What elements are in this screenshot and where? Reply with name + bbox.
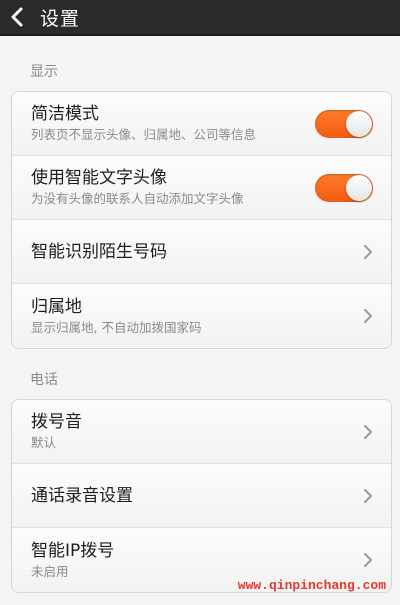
row-title: 通话录音设置 xyxy=(31,485,133,506)
row-title: 简洁模式 xyxy=(31,104,99,124)
row-title: 智能IP拨号 xyxy=(31,540,115,561)
back-arrow-icon[interactable] xyxy=(10,2,32,32)
toggle-knob xyxy=(346,110,372,137)
chevron-right-icon xyxy=(363,488,373,504)
row-title: 使用智能文字头像 xyxy=(31,168,167,188)
row-dial-tone[interactable]: 拨号音 默认 xyxy=(12,400,391,464)
chevron-right-icon xyxy=(363,424,373,440)
page-title: 设置 xyxy=(40,7,81,30)
section-label-phone: 电话 xyxy=(30,372,58,388)
row-simple-mode[interactable]: 简洁模式 列表页不显示头像、归属地、公司等信息 xyxy=(12,92,391,156)
settings-card-display: 简洁模式 列表页不显示头像、归属地、公司等信息 使用智能文字头像 为没有头像的联… xyxy=(11,91,392,349)
row-subtitle: 默认 xyxy=(31,435,57,450)
chevron-right-icon xyxy=(363,308,373,324)
smart-text-avatar-toggle[interactable] xyxy=(315,173,373,202)
row-subtitle: 显示归属地, 不自动加拨国家码 xyxy=(31,319,202,335)
settings-card-phone: 拨号音 默认 通话录音设置 智能IP拨号 未启用 xyxy=(11,399,392,593)
row-title: 智能识别陌生号码 xyxy=(31,241,167,262)
toggle-knob xyxy=(346,174,372,201)
section-label-display: 显示 xyxy=(30,64,58,80)
chevron-right-icon xyxy=(363,244,373,260)
title-bar: 设置 xyxy=(0,0,400,36)
row-title: 归属地 xyxy=(31,296,82,317)
row-subtitle: 为没有头像的联系人自动添加文字头像 xyxy=(31,191,244,206)
row-subtitle: 列表页不显示头像、归属地、公司等信息 xyxy=(31,127,257,142)
row-call-recording-settings[interactable]: 通话录音设置 xyxy=(12,464,391,528)
row-smart-text-avatar[interactable]: 使用智能文字头像 为没有头像的联系人自动添加文字头像 xyxy=(12,156,391,220)
row-caller-location[interactable]: 归属地 显示归属地, 不自动加拨国家码 xyxy=(12,284,391,348)
row-identify-unknown-numbers[interactable]: 智能识别陌生号码 xyxy=(12,220,391,284)
row-title: 拨号音 xyxy=(31,412,82,432)
simple-mode-toggle[interactable] xyxy=(315,109,373,138)
watermark-text: www.qinpinchang.com xyxy=(237,578,386,593)
chevron-right-icon xyxy=(363,552,373,568)
